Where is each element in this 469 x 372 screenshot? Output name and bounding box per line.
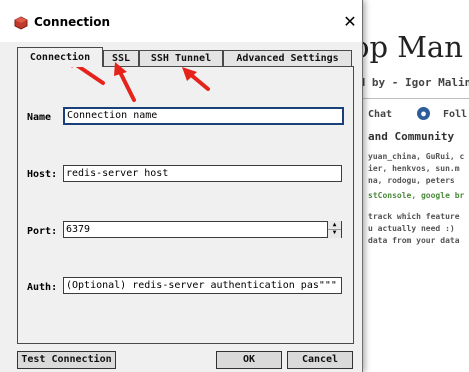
arrow-to-ssl-tab-icon [114,62,136,102]
arrow-to-ssh-tunnel-tab-icon [182,67,210,91]
tab-connection[interactable]: Connection [17,47,103,67]
